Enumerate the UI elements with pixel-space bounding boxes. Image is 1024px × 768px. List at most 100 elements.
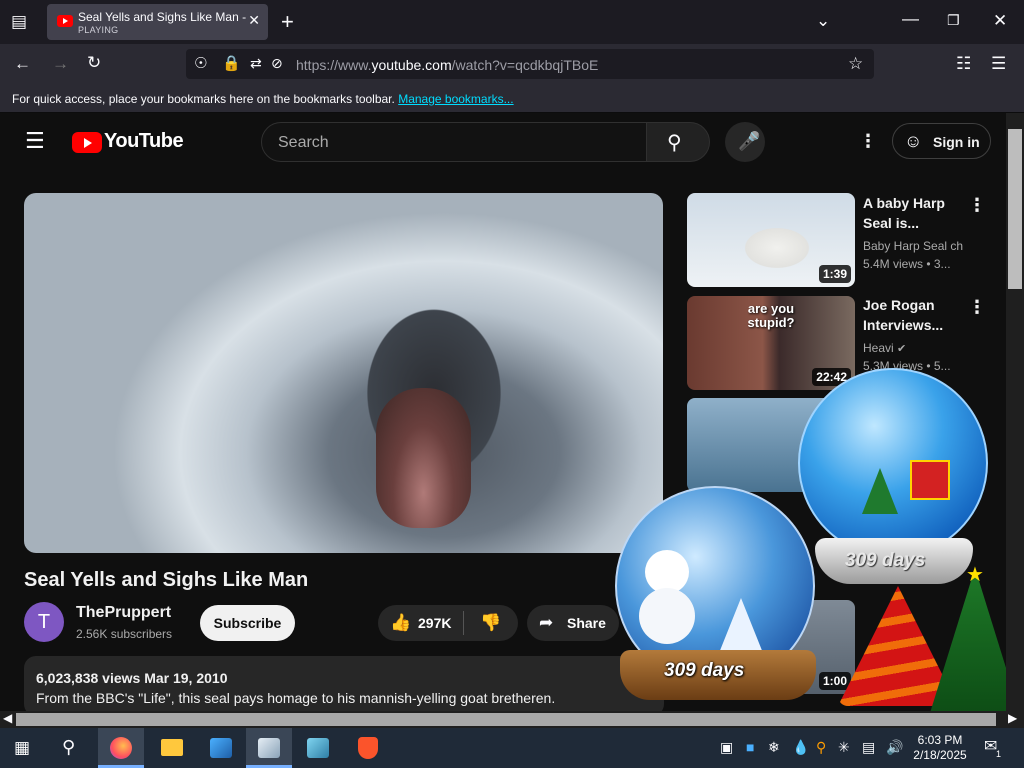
autoplay-blocked-icon[interactable]: ⊘ bbox=[271, 56, 283, 70]
related-channel[interactable]: Baby Harp Seal ch bbox=[863, 239, 963, 253]
app-icon bbox=[307, 738, 329, 758]
tray-sparkle-icon[interactable]: ✳ bbox=[838, 740, 850, 754]
scrollbar-thumb[interactable] bbox=[1008, 129, 1022, 289]
network-icon[interactable]: ▤ bbox=[862, 740, 875, 754]
taskbar: ▦ ⚲ ▣ ■ ❄ 💧 ⚲ ✳ ▤ 🔊 6:03 PM 2/18/2025 ✉ … bbox=[0, 728, 1024, 768]
youtube-logo-icon[interactable] bbox=[72, 132, 102, 153]
related-thumbnail[interactable]: are you stupid? 22:42 bbox=[687, 296, 855, 390]
windows-icon: ▦ bbox=[14, 738, 31, 757]
search-input[interactable]: Search bbox=[261, 122, 647, 162]
related-menu-icon[interactable]: ⋮ bbox=[968, 195, 986, 216]
bookmarks-toolbar: For quick access, place your bookmarks h… bbox=[0, 84, 1024, 113]
bookmark-star-icon[interactable]: ☆ bbox=[848, 55, 863, 72]
tab-title: Seal Yells and Sighs Like Man - bbox=[78, 10, 247, 24]
snow-globe-gifts[interactable] bbox=[798, 368, 988, 558]
snowy-tree-icon bbox=[717, 598, 765, 658]
related-menu-icon[interactable]: ⋮ bbox=[968, 297, 986, 318]
reload-icon[interactable]: ↻ bbox=[87, 54, 101, 71]
gift-icon bbox=[910, 460, 950, 500]
subscribe-button[interactable]: Subscribe bbox=[200, 605, 295, 641]
video-duration: 1:39 bbox=[818, 265, 851, 283]
url-text: https://www.youtube.com/watch?v=qcdkbqjT… bbox=[296, 57, 599, 73]
settings-menu-icon[interactable]: ⋮ bbox=[859, 131, 877, 152]
tray-drop-icon[interactable]: 💧 bbox=[792, 740, 809, 754]
taskbar-app-1[interactable] bbox=[198, 728, 244, 768]
nav-bar: ← → ↻ ☉ 🔒 ⇄ ⊘ https://www.youtube.com/wa… bbox=[0, 44, 1024, 84]
taskbar-app-2[interactable] bbox=[246, 728, 292, 768]
list-tabs-icon[interactable]: ⌄ bbox=[816, 12, 830, 29]
search-icon: ⚲ bbox=[667, 132, 682, 154]
video-title: Seal Yells and Sighs Like Man bbox=[24, 569, 309, 591]
tray-search-icon[interactable]: ⚲ bbox=[816, 740, 826, 754]
shield-icon[interactable]: ☉ bbox=[194, 56, 207, 71]
related-title[interactable]: A baby Harp Seal is... bbox=[863, 193, 973, 233]
back-icon[interactable]: ← bbox=[14, 55, 31, 72]
thumbnail-overlay-text: are you stupid? bbox=[747, 301, 795, 330]
like-dislike-group[interactable]: 👍 297K 👎 bbox=[378, 605, 518, 641]
video-duration: 1:00 bbox=[818, 672, 851, 690]
app-icon bbox=[210, 738, 232, 758]
taskbar-search[interactable]: ⚲ bbox=[48, 728, 94, 768]
youtube-logo-text[interactable]: YouTube bbox=[104, 130, 184, 153]
related-thumbnail[interactable]: 1:39 bbox=[687, 193, 855, 287]
taskbar-brave[interactable] bbox=[345, 728, 391, 768]
restore-icon[interactable]: ❐ bbox=[947, 13, 960, 27]
share-button[interactable]: ➦ Share bbox=[527, 605, 619, 641]
clock[interactable]: 6:03 PM 2/18/2025 bbox=[908, 733, 972, 763]
forward-icon[interactable]: → bbox=[52, 55, 69, 72]
globe-base: 309 days bbox=[815, 538, 973, 584]
brave-icon bbox=[358, 737, 378, 759]
clock-time: 6:03 PM bbox=[917, 733, 963, 747]
vertical-scrollbar[interactable] bbox=[1006, 113, 1024, 711]
scrollbar-thumb[interactable] bbox=[16, 713, 996, 726]
taskbar-file-explorer[interactable] bbox=[148, 728, 194, 768]
video-frame-seal bbox=[376, 388, 471, 528]
new-tab-icon[interactable]: + bbox=[281, 11, 294, 33]
channel-avatar[interactable]: T bbox=[24, 602, 64, 642]
sign-in-button[interactable]: ☺ Sign in bbox=[892, 123, 991, 159]
tab-strip: ▤ Seal Yells and Sighs Like Man - PLAYIN… bbox=[0, 0, 1024, 44]
taskbar-app-3[interactable] bbox=[295, 728, 341, 768]
account-icon: ☺ bbox=[904, 131, 923, 151]
thumbs-up-icon[interactable]: 👍 bbox=[390, 614, 411, 631]
voice-search-button[interactable]: 🎤 bbox=[725, 122, 765, 162]
thumbs-down-icon[interactable]: 👎 bbox=[480, 614, 501, 631]
search-icon: ⚲ bbox=[62, 737, 76, 757]
scroll-left-icon[interactable]: ◀ bbox=[3, 712, 12, 724]
taskbar-firefox[interactable] bbox=[98, 728, 144, 768]
scroll-right-icon[interactable]: ▶ bbox=[1008, 712, 1017, 724]
extensions-icon[interactable]: ☷ bbox=[956, 55, 971, 72]
channel-name[interactable]: ThePruppert bbox=[76, 604, 171, 622]
horizontal-scrollbar[interactable]: ◀ ▶ bbox=[0, 711, 1024, 728]
star-icon: ★ bbox=[966, 564, 984, 586]
volume-icon[interactable]: 🔊 bbox=[886, 740, 903, 754]
folder-icon bbox=[161, 739, 183, 756]
menu-icon[interactable]: ☰ bbox=[991, 55, 1006, 72]
description-box[interactable]: 6,023,838 views Mar 19, 2010 From the BB… bbox=[24, 656, 664, 711]
countdown-text: 309 days bbox=[845, 550, 926, 571]
video-player[interactable] bbox=[24, 193, 663, 553]
tray-app-icon[interactable]: ▣ bbox=[720, 740, 733, 754]
manage-bookmarks-link[interactable]: Manage bookmarks... bbox=[398, 92, 513, 106]
related-title[interactable]: Joe Rogan Interviews... bbox=[863, 295, 973, 335]
firefox-view-icon[interactable]: ▤ bbox=[11, 13, 27, 30]
permissions-icon[interactable]: ⇄ bbox=[250, 56, 262, 70]
guide-menu-icon[interactable]: ☰ bbox=[25, 130, 45, 152]
start-button[interactable]: ▦ bbox=[0, 728, 46, 768]
tree-icon bbox=[862, 468, 898, 514]
search-button[interactable]: ⚲ bbox=[646, 122, 710, 162]
tab-active[interactable]: Seal Yells and Sighs Like Man - PLAYING … bbox=[47, 4, 268, 40]
youtube-favicon-icon bbox=[57, 15, 73, 27]
subscriber-count: 2.56K subscribers bbox=[76, 627, 173, 641]
minimize-icon[interactable]: — bbox=[902, 10, 919, 27]
url-bar[interactable]: ☉ 🔒 ⇄ ⊘ https://www.youtube.com/watch?v=… bbox=[186, 49, 874, 79]
firefox-icon bbox=[110, 737, 132, 759]
tray-app-icon[interactable]: ■ bbox=[746, 740, 754, 754]
close-tab-icon[interactable]: ✕ bbox=[248, 12, 260, 29]
lock-icon[interactable]: 🔒 bbox=[222, 56, 241, 71]
close-window-icon[interactable]: ✕ bbox=[993, 12, 1007, 29]
tray-app-icon[interactable]: ❄ bbox=[768, 740, 780, 754]
clock-date: 2/18/2025 bbox=[913, 748, 967, 762]
related-channel[interactable]: Heavi ✔ bbox=[863, 341, 906, 355]
description-text: From the BBC's "Life", this seal pays ho… bbox=[36, 690, 556, 706]
